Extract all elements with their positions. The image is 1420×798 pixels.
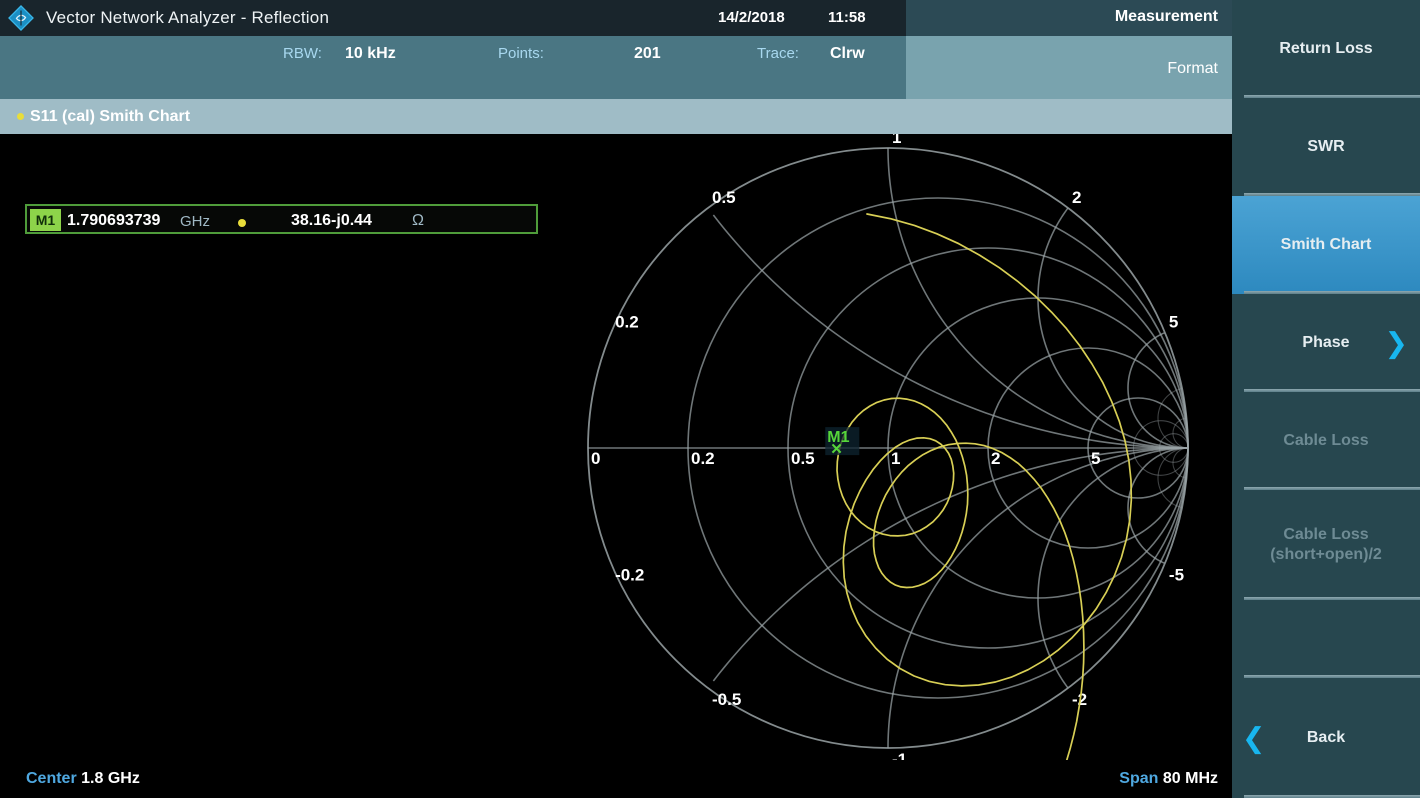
- time-display: 11:58: [828, 9, 866, 26]
- marker-frequency-value: 1.790693739: [67, 212, 161, 229]
- date-display: 14/2/2018: [718, 9, 785, 26]
- rohde-schwarz-diamond-logo: [8, 5, 34, 31]
- softkey-blank: [1232, 600, 1420, 678]
- measurement-menu-title: Measurement: [1114, 8, 1218, 25]
- marker-cross-icon: ✕: [830, 441, 843, 458]
- trace-value[interactable]: Clrw: [830, 45, 865, 63]
- chart-marker-m1[interactable]: M1✕: [825, 427, 860, 458]
- chevron-left-icon: ❮: [1242, 722, 1266, 754]
- center-frequency-readout[interactable]: Center 1.8 GHz: [26, 770, 140, 788]
- points-label: Points:: [498, 45, 544, 62]
- softkey-cable-loss: Cable Loss: [1232, 392, 1420, 490]
- rbw-value[interactable]: 10 kHz: [345, 45, 396, 63]
- reactance-label-0p5: 0.5: [712, 188, 736, 207]
- reactance-label-1: 1: [892, 134, 901, 147]
- status-bar: [0, 760, 1232, 798]
- marker-impedance-unit: Ω: [412, 212, 424, 229]
- main-panel: Vector Network Analyzer - Reflection 14/…: [0, 0, 1232, 798]
- resistance-label-0: 0: [591, 449, 600, 468]
- span-readout[interactable]: Span 80 MHz: [1119, 770, 1218, 788]
- softkey-label: Phase: [1302, 334, 1350, 351]
- softkey-phase[interactable]: Phase ❯: [1232, 294, 1420, 392]
- resistance-label-1: 1: [891, 449, 900, 468]
- marker-impedance-value: 38.16-j0.44: [291, 212, 372, 229]
- softkey-back[interactable]: Back ❮: [1232, 678, 1420, 798]
- span-value: 80 MHz: [1162, 770, 1218, 787]
- reactance-label-0p2: 0.2: [615, 313, 639, 332]
- format-submenu-title: Format: [1167, 60, 1218, 77]
- smith-chart-grid: [587, 147, 1189, 749]
- reactance-label-neg0p2: -0.2: [615, 565, 644, 584]
- rbw-label: RBW:: [283, 45, 322, 62]
- reactance-label-neg1: -1: [892, 750, 907, 760]
- reactance-label-5: 5: [1169, 313, 1178, 332]
- marker-trace-dot-icon: [238, 219, 246, 227]
- reactance-label-neg0p5: -0.5: [712, 690, 741, 709]
- reactance-label-2: 2: [1072, 188, 1081, 207]
- chevron-right-icon: ❯: [1384, 327, 1408, 359]
- softkey-label: Back: [1306, 729, 1346, 746]
- reactance-label-neg5: -5: [1169, 565, 1184, 584]
- center-value: 1.8 GHz: [81, 770, 140, 787]
- softkey-label: SWR: [1307, 138, 1345, 155]
- marker-id-badge: M1: [30, 209, 61, 231]
- softkey-menu: Return Loss SWR Smith Chart Phase ❯ Cable Los…: [1232, 0, 1420, 798]
- softkey-label: Cable Loss (short+open)/2: [1270, 526, 1382, 563]
- softkey-smith-chart[interactable]: Smith Chart: [1232, 196, 1420, 294]
- span-label: Span: [1119, 770, 1159, 787]
- resistance-label-5: 5: [1091, 449, 1100, 468]
- softkey-label: Return Loss: [1279, 40, 1373, 57]
- resistance-label-0p2: 0.2: [691, 449, 715, 468]
- softkey-cable-loss-short-open-2: Cable Loss (short+open)/2: [1232, 490, 1420, 600]
- marker-frequency-unit: GHz: [180, 213, 210, 230]
- page-title: Vector Network Analyzer - Reflection: [46, 8, 330, 27]
- trace-label: Trace:: [757, 45, 799, 62]
- resistance-label-0p5: 0.5: [791, 449, 815, 468]
- softkey-swr[interactable]: SWR: [1232, 98, 1420, 196]
- trace-color-dot-icon: [17, 113, 24, 120]
- softkey-label: Smith Chart: [1280, 236, 1372, 253]
- softkey-return-loss[interactable]: Return Loss: [1232, 0, 1420, 98]
- center-label: Center: [26, 770, 77, 787]
- vna-application-window: Vector Network Analyzer - Reflection 14/…: [0, 0, 1420, 798]
- points-value[interactable]: 201: [634, 45, 661, 63]
- trace-header-label: S11 (cal) Smith Chart: [30, 108, 191, 125]
- softkey-label: Cable Loss: [1283, 432, 1369, 449]
- marker-readout-box[interactable]: M1 1.790693739 GHz 38.16-j0.44 Ω: [25, 204, 538, 234]
- title-bar: Vector Network Analyzer - Reflection 14/…: [0, 0, 1232, 36]
